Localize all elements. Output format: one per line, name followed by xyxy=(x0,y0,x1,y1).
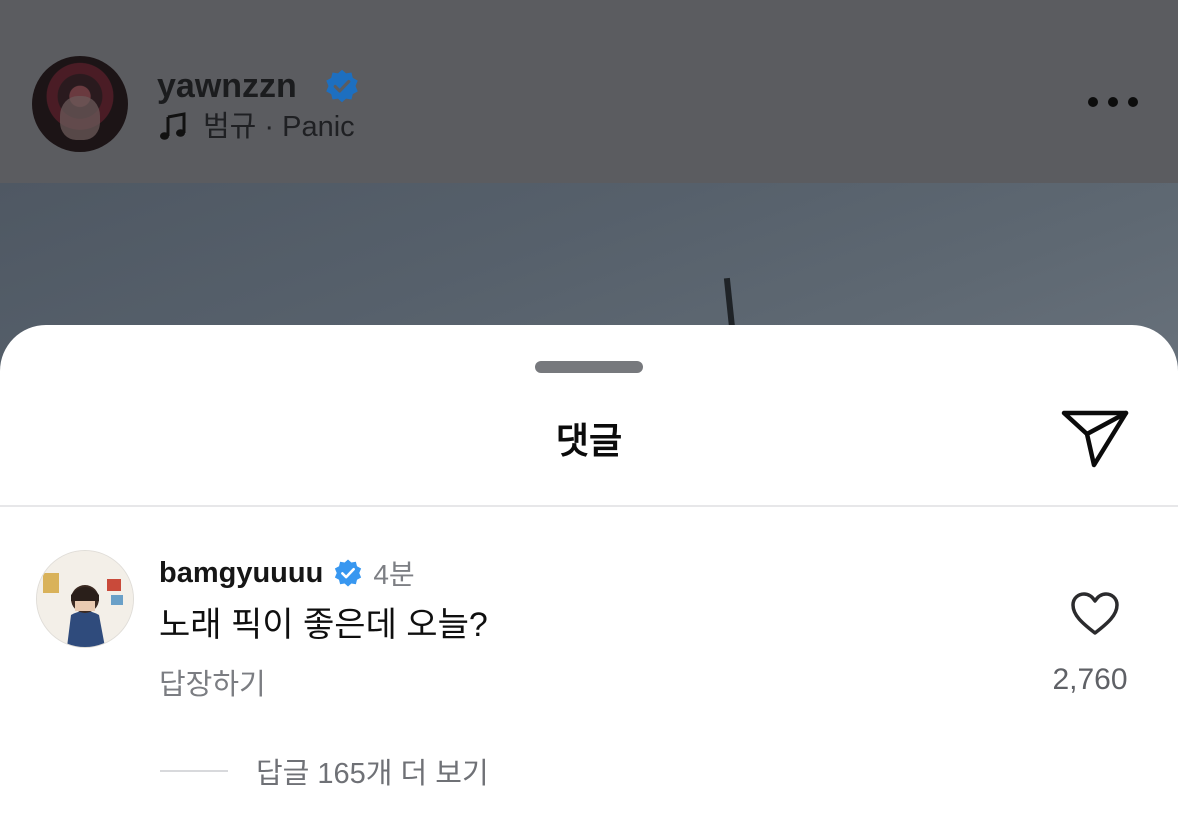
comment-text: 노래 픽이 좋은데 오늘? xyxy=(159,606,488,644)
post-author-username[interactable]: yawnzzn xyxy=(157,64,297,108)
sheet-title: 댓글 xyxy=(555,420,623,461)
send-icon[interactable] xyxy=(1060,409,1130,469)
replies-line xyxy=(160,770,228,772)
view-replies-button[interactable]: 답글 165개 더 보기 xyxy=(160,751,489,791)
more-dot xyxy=(1108,97,1118,107)
more-options-button[interactable] xyxy=(1088,92,1138,112)
music-note-icon xyxy=(160,112,186,140)
post-music-info[interactable]: 범규 · Panic xyxy=(157,108,355,146)
view-replies-label: 답글 165개 더 보기 xyxy=(256,758,489,790)
comments-sheet: 댓글 bamgyuuuu 4분 노래 픽이 좋은데 오늘? 답장하기 2,760 xyxy=(0,325,1178,840)
verified-badge-icon xyxy=(326,69,358,103)
post-header: yawnzzn 범규 · Panic xyxy=(0,0,1178,183)
heart-icon[interactable] xyxy=(1070,591,1120,637)
more-dot xyxy=(1128,97,1138,107)
commenter-avatar[interactable] xyxy=(36,550,134,648)
comment-header: bamgyuuuu 4분 xyxy=(159,553,415,593)
sheet-drag-handle[interactable] xyxy=(535,361,643,373)
reply-button[interactable]: 답장하기 xyxy=(159,667,266,703)
more-horizontal-icon xyxy=(1088,97,1098,107)
commenter-username[interactable]: bamgyuuuu xyxy=(159,557,323,590)
music-label: 범규 · Panic xyxy=(203,111,355,143)
like-count: 2,760 xyxy=(1052,663,1128,696)
verified-badge-icon xyxy=(335,559,362,587)
comment-timestamp: 4분 xyxy=(373,559,415,590)
avatar-image xyxy=(37,551,133,647)
sheet-divider xyxy=(0,505,1178,507)
post-author-avatar[interactable] xyxy=(32,56,128,152)
